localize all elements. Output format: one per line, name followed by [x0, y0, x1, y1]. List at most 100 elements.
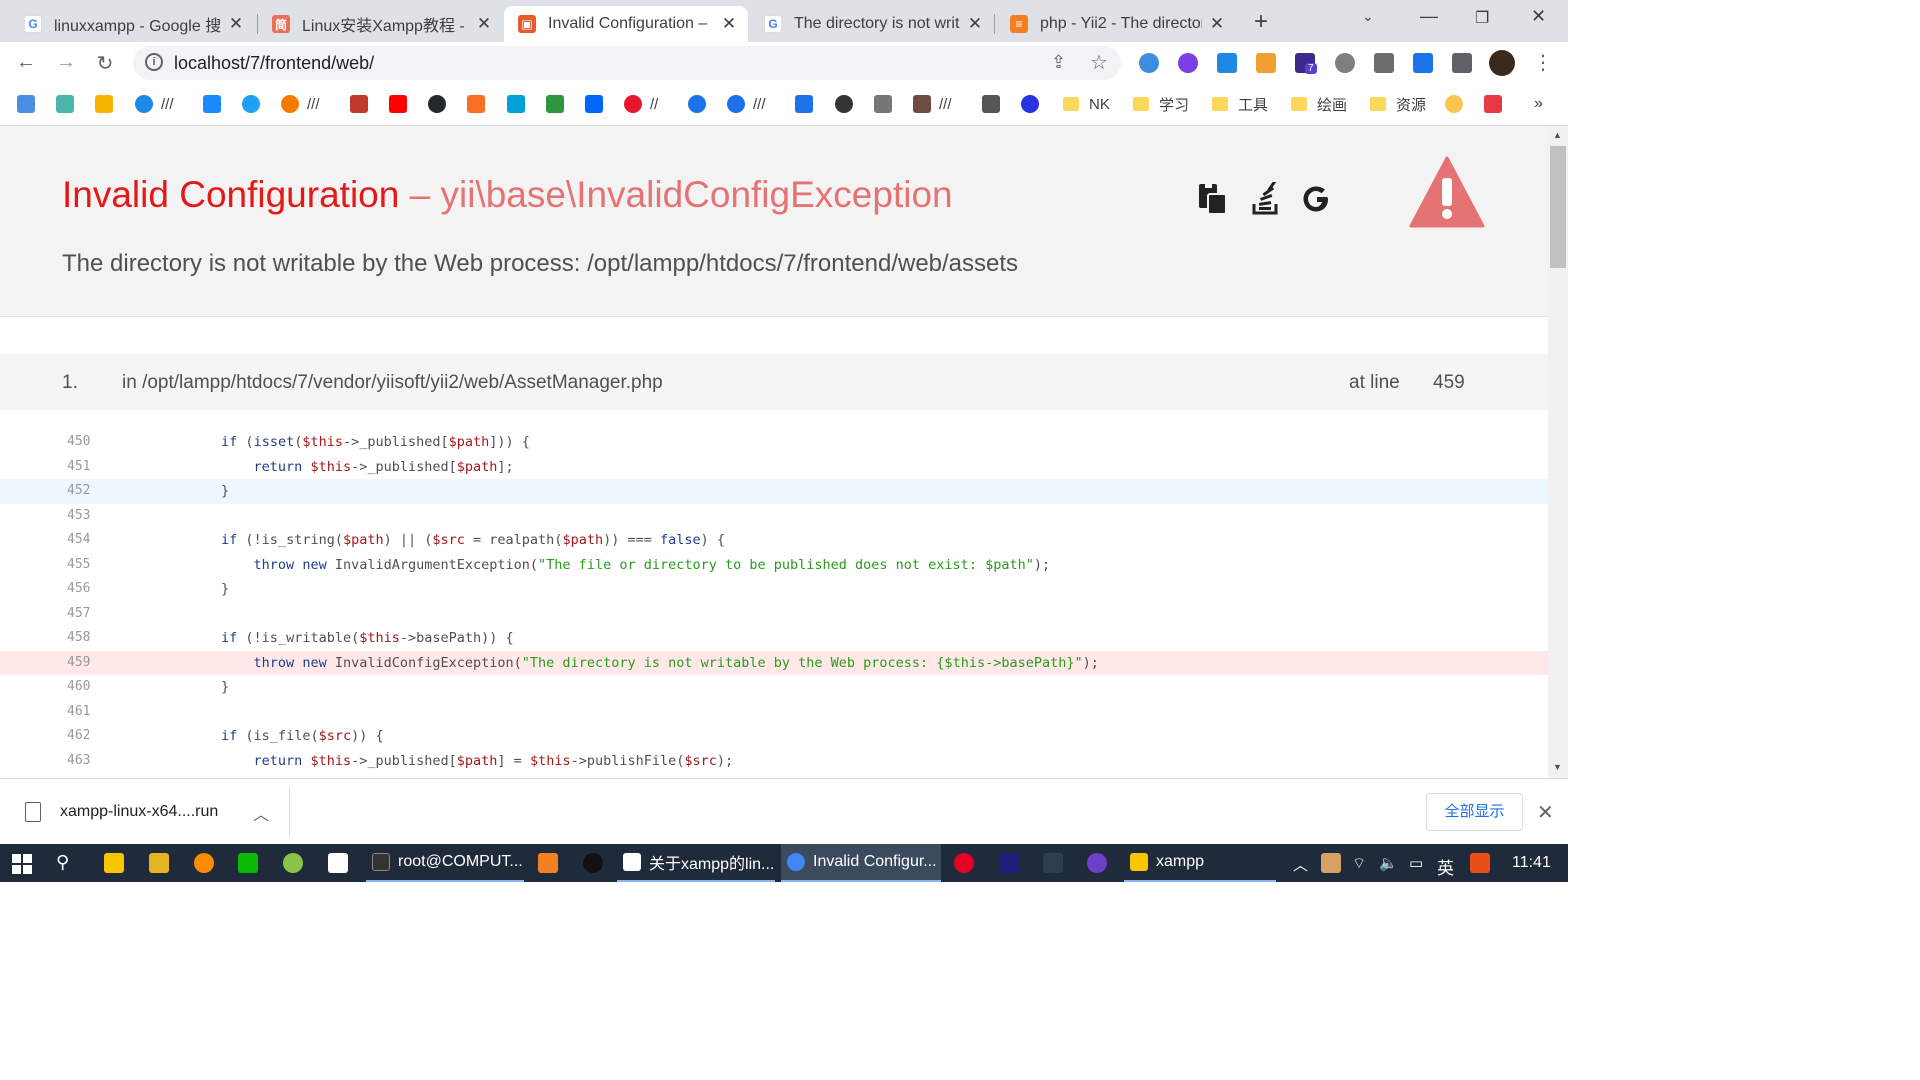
wifi-icon[interactable]: ⌔: [1352, 854, 1366, 873]
stackoverflow-search-icon[interactable]: [1249, 182, 1283, 216]
netease-music-icon[interactable]: [954, 853, 974, 873]
tab-jianshu[interactable]: 简 Linux安装Xampp教程 - 简 ✕: [258, 6, 503, 42]
exception-class[interactable]: yii\base\InvalidConfigException: [440, 174, 952, 215]
bookmark-j[interactable]: ///: [913, 94, 952, 114]
bookmark-translate[interactable]: [982, 94, 1008, 114]
taskbar-typora[interactable]: 关于xampp的lin...: [617, 844, 775, 882]
show-all-button[interactable]: 全部显示: [1426, 793, 1523, 831]
bookmark-star-icon[interactable]: ☆: [1090, 50, 1108, 75]
site-info-icon[interactable]: i: [145, 53, 163, 71]
google-search-icon[interactable]: [1300, 182, 1334, 216]
bookmark-bilibili[interactable]: [507, 94, 533, 114]
wechat-icon[interactable]: [238, 853, 258, 873]
clock[interactable]: 11:41: [1512, 854, 1551, 872]
bookmark-game[interactable]: [350, 94, 376, 114]
cursor-extension-icon[interactable]: [1413, 53, 1433, 73]
qq-icon[interactable]: [583, 853, 603, 873]
minimize-icon[interactable]: —: [1420, 6, 1438, 27]
windows-start-icon[interactable]: [12, 854, 32, 874]
tab-search-icon[interactable]: ⌄: [1362, 8, 1374, 25]
close-icon[interactable]: ✕: [475, 14, 493, 34]
url-text[interactable]: localhost/7/frontend/web/: [174, 53, 374, 74]
scrollbar-thumb[interactable]: [1550, 146, 1566, 268]
bookmark-settings[interactable]: [688, 94, 714, 114]
cloud-extension-icon[interactable]: [1139, 53, 1159, 73]
back-icon[interactable]: ←: [14, 51, 38, 74]
scroll-up-icon[interactable]: ▲: [1553, 130, 1562, 140]
bookmark-q[interactable]: [835, 94, 861, 114]
new-tab-icon[interactable]: +: [1254, 8, 1268, 36]
page-scrollbar[interactable]: ▲ ▼: [1548, 126, 1568, 778]
bookmarks-more-icon[interactable]: »: [1534, 94, 1543, 114]
jetbrains-icon[interactable]: [999, 853, 1019, 873]
tab-invalid-configuration[interactable]: ▣ Invalid Configuration – ✕: [504, 6, 748, 42]
bookmark-m[interactable]: ///: [135, 94, 174, 114]
taskbar-terminal[interactable]: root@COMPUT...: [366, 844, 524, 882]
app-icon[interactable]: [283, 853, 303, 873]
tab-directory-not-writable[interactable]: G The directory is not writ ✕: [750, 6, 994, 42]
honey-extension-icon[interactable]: [1256, 53, 1276, 73]
bookmark-grid[interactable]: [95, 94, 121, 114]
close-icon[interactable]: ✕: [1208, 14, 1226, 34]
bookmark-folder-resources[interactable]: 资源: [1370, 94, 1426, 114]
bookmark-pig[interactable]: [1484, 94, 1510, 114]
sticky-notes-icon[interactable]: [104, 853, 124, 873]
battery-icon[interactable]: ▭: [1409, 854, 1423, 872]
hat-extension-icon[interactable]: 7: [1295, 53, 1317, 74]
bookmark-folder-nk[interactable]: NK: [1063, 94, 1110, 114]
bookmark-v[interactable]: [874, 94, 900, 114]
bookmark-chart[interactable]: [56, 94, 82, 114]
bookmark-history[interactable]: ///: [727, 94, 766, 114]
app-icon[interactable]: [328, 853, 348, 873]
download-filename[interactable]: xampp-linux-x64....run: [60, 803, 218, 821]
tab-google-search[interactable]: G linuxxampp - Google 搜 ✕: [10, 6, 255, 42]
bookmark-circle[interactable]: [795, 94, 821, 114]
search-icon[interactable]: ⚲: [56, 852, 69, 873]
window-close-icon[interactable]: ✕: [1531, 6, 1546, 27]
bookmark-folder-study[interactable]: 学习: [1133, 94, 1189, 114]
close-icon[interactable]: ✕: [227, 14, 245, 34]
bookmark-douban[interactable]: [546, 94, 572, 114]
ime-indicator[interactable]: 英: [1437, 854, 1454, 879]
bookmark-baidu[interactable]: [1021, 94, 1047, 114]
bookmark-gitlab[interactable]: [467, 94, 493, 114]
scroll-down-icon[interactable]: ▼: [1553, 762, 1562, 772]
recycle-extension-icon[interactable]: [1374, 53, 1394, 73]
bookmark-github[interactable]: [428, 94, 454, 114]
address-bar[interactable]: i localhost/7/frontend/web/ ⇪ ☆: [133, 46, 1121, 80]
forward-icon[interactable]: →: [54, 51, 78, 74]
taskbar-xampp-folder[interactable]: xampp: [1124, 844, 1276, 882]
close-icon[interactable]: ✕: [720, 14, 738, 34]
share-icon[interactable]: ⇪: [1051, 52, 1066, 73]
chevron-up-icon[interactable]: ︿: [253, 801, 269, 825]
volume-icon[interactable]: 🔈: [1379, 854, 1398, 872]
app-icon[interactable]: [1043, 853, 1063, 873]
copy-icon[interactable]: [1196, 182, 1230, 216]
bookmark-folder-tools[interactable]: 工具: [1212, 94, 1268, 114]
profile-avatar[interactable]: [1489, 50, 1515, 76]
wordpress-extension-icon[interactable]: [1335, 53, 1355, 73]
sogou-icon[interactable]: [1470, 853, 1490, 873]
bookmark-weibo[interactable]: //: [624, 94, 658, 114]
taskbar-chrome[interactable]: Invalid Configur...: [781, 844, 941, 882]
bookmark-apps[interactable]: [17, 94, 43, 114]
translate-extension-icon[interactable]: [1217, 53, 1237, 73]
cat-tray-icon[interactable]: [1321, 853, 1341, 873]
chevron-up-icon[interactable]: ︿: [1293, 854, 1308, 875]
moon-extension-icon[interactable]: [1178, 53, 1198, 73]
github-desktop-icon[interactable]: [1087, 853, 1107, 873]
sublime-icon[interactable]: [538, 853, 558, 873]
bookmark-twitter[interactable]: [242, 94, 268, 114]
close-icon[interactable]: ✕: [966, 14, 984, 34]
tab-stackoverflow[interactable]: ≡ php - Yii2 - The director ✕: [996, 6, 1236, 42]
call-stack-item[interactable]: 1. in /opt/lampp/htdocs/7/vendor/yiisoft…: [0, 354, 1548, 410]
bookmark-p[interactable]: [203, 94, 229, 114]
close-icon[interactable]: ✕: [1537, 800, 1554, 825]
bookmark-zhihu[interactable]: [585, 94, 611, 114]
file-explorer-icon[interactable]: [149, 853, 169, 873]
search-tool-icon[interactable]: [194, 853, 214, 873]
bookmark-cat[interactable]: [1445, 94, 1471, 114]
restore-icon[interactable]: ❐: [1475, 8, 1489, 28]
menu-dots-icon[interactable]: ⋮: [1533, 50, 1553, 75]
bookmark-s[interactable]: ///: [281, 94, 320, 114]
